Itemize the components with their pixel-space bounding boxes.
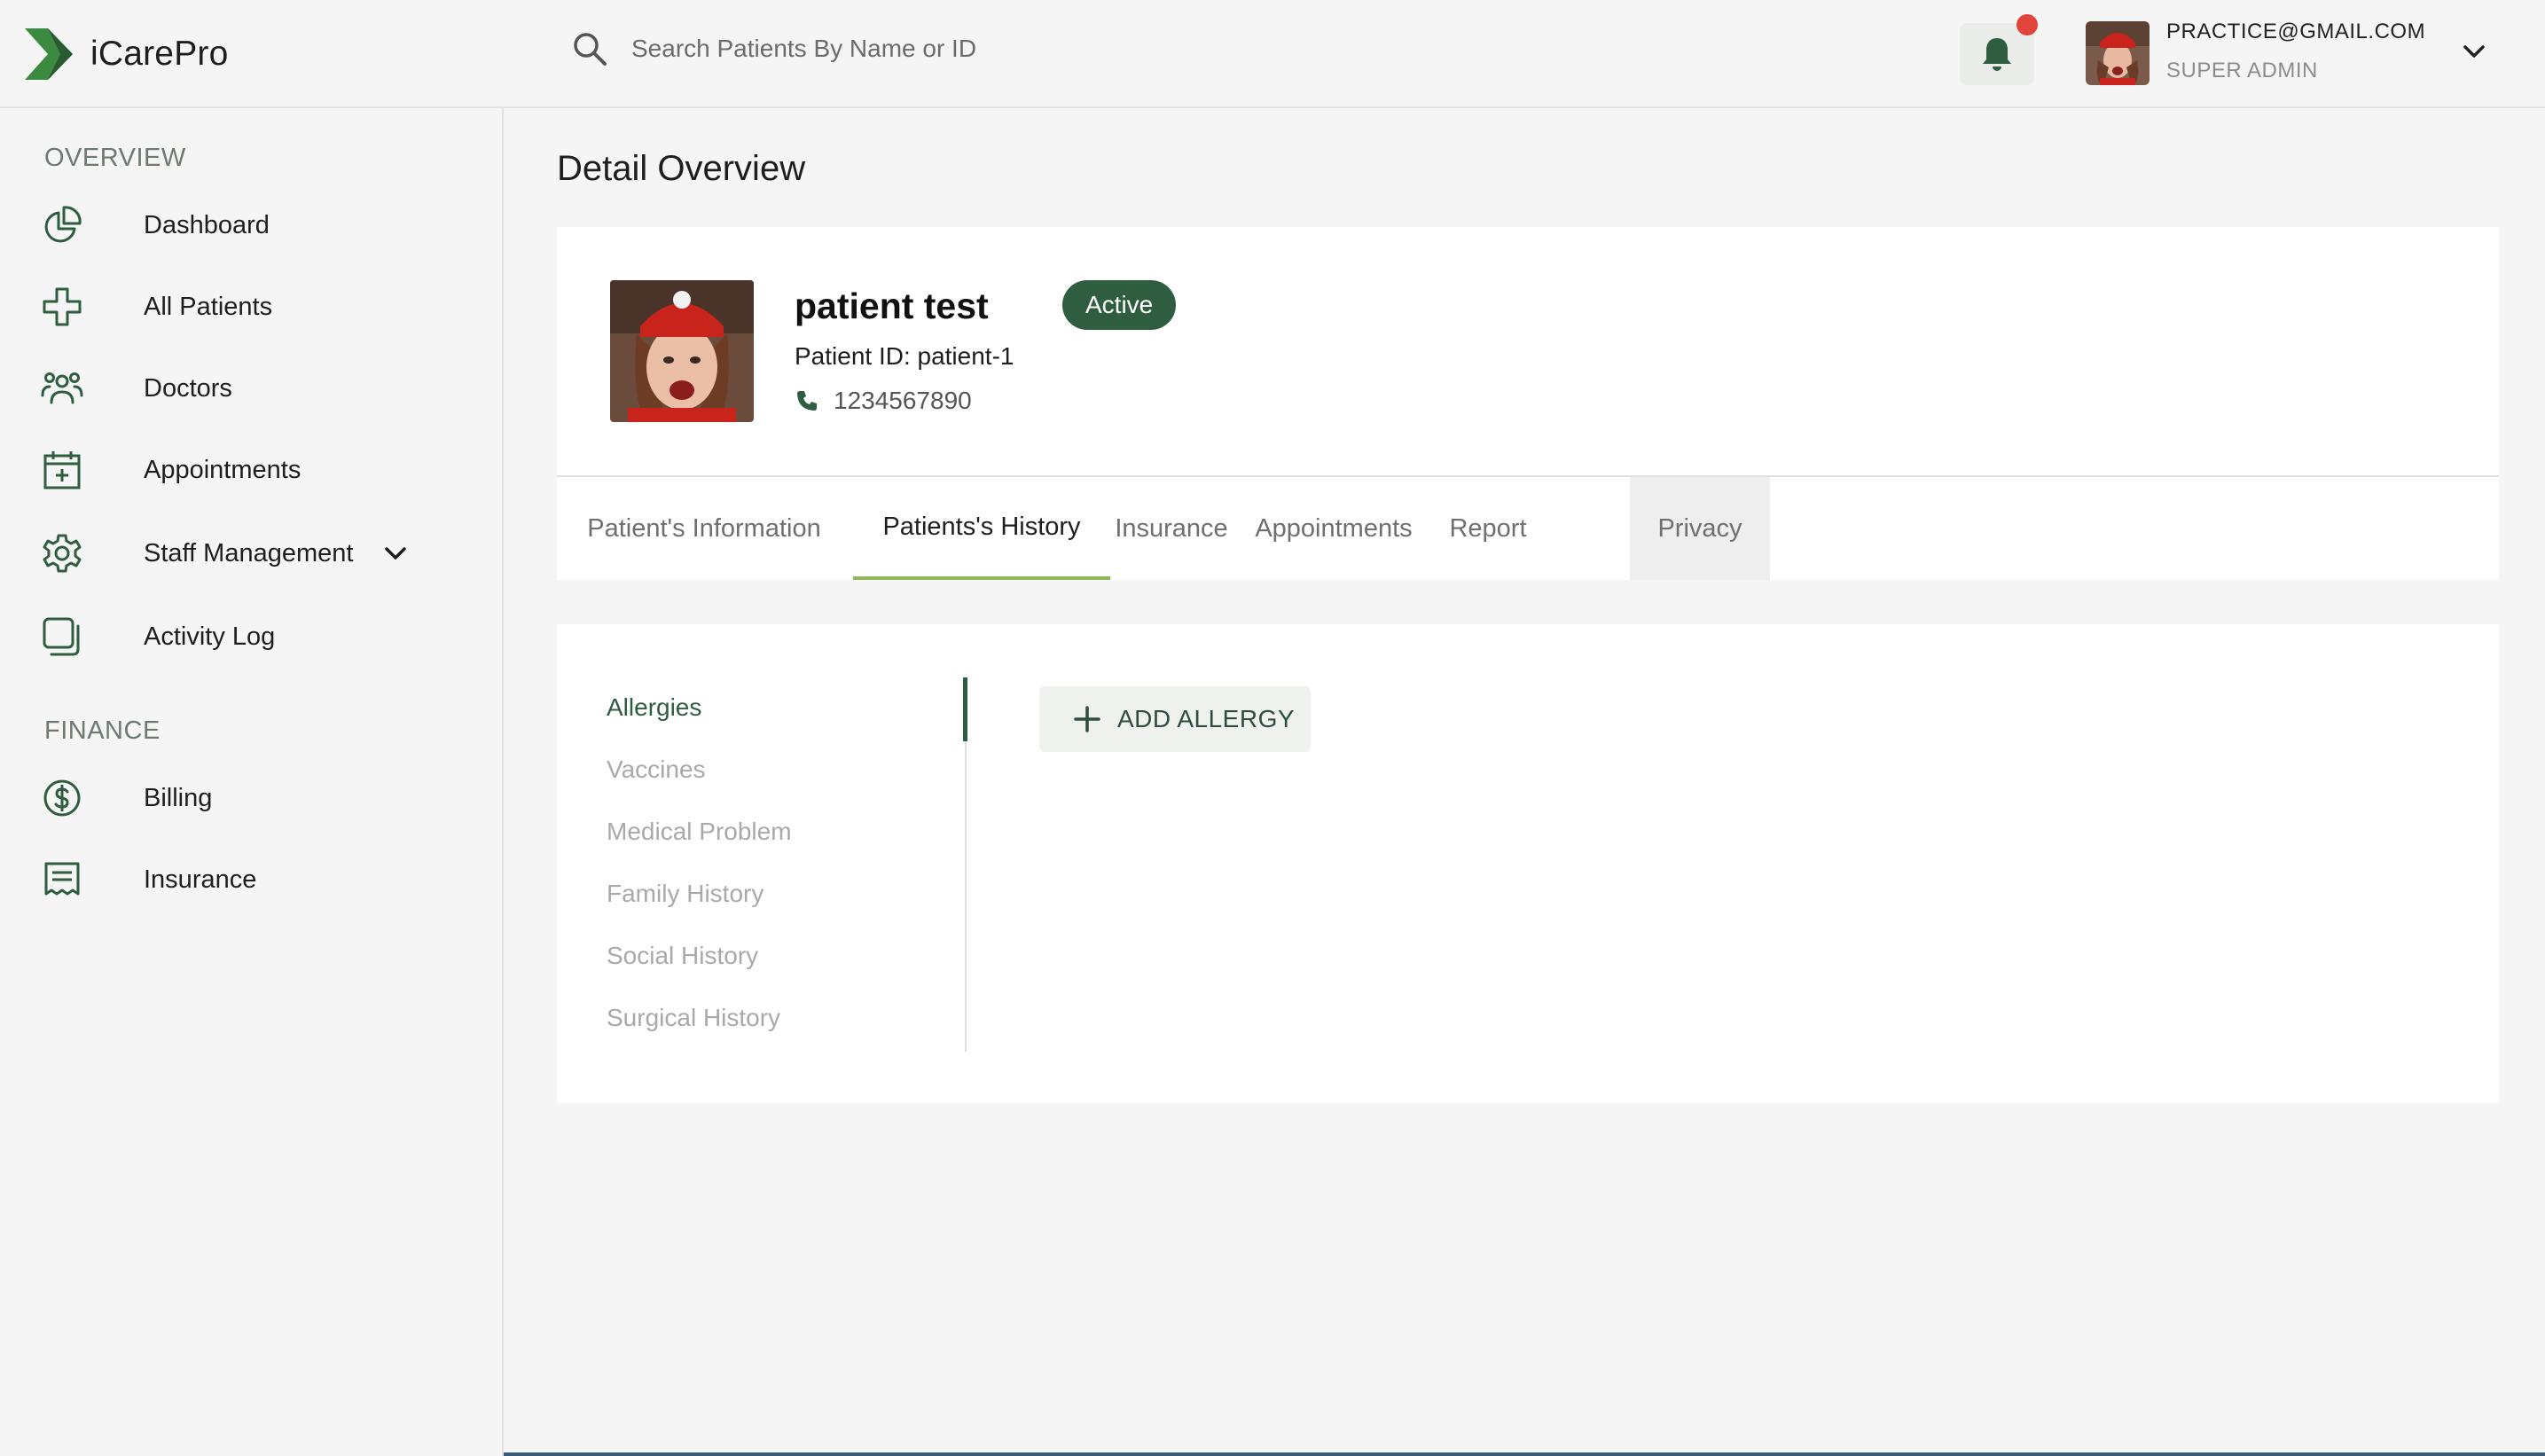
users-icon (41, 372, 83, 404)
medical-cross-icon (43, 287, 82, 326)
chevron-down-icon[interactable] (381, 539, 410, 568)
sidebar-item-billing[interactable]: Billing (0, 763, 502, 834)
app-name: iCarePro (90, 35, 229, 73)
avatar-image (2086, 21, 2150, 85)
patient-id: Patient ID: patient-1 (795, 342, 1014, 370)
sidebar-item-label: Doctors (144, 373, 232, 403)
gear-icon (43, 534, 82, 573)
patient-phone: 1234567890 (795, 387, 972, 415)
sidebar-item-label: All Patients (144, 292, 273, 321)
history-active-indicator (963, 677, 967, 741)
tab-privacy[interactable]: Privacy (1630, 477, 1770, 580)
patient-phone-number: 1234567890 (834, 387, 972, 414)
sidebar-item-label: Insurance (144, 865, 257, 894)
patient-name: patient test (795, 286, 989, 326)
sidebar-item-staff-management[interactable]: Staff Management (0, 518, 502, 589)
status-badge: Active (1062, 280, 1177, 330)
patient-photo (610, 280, 754, 422)
bell-icon (1983, 38, 2011, 71)
sidebar-item-insurance[interactable]: Insurance (0, 844, 502, 915)
stacked-squares-icon (43, 617, 80, 656)
sidebar-item-dashboard[interactable]: Dashboard (0, 190, 502, 261)
history-item-surgical-history[interactable]: Surgical History (607, 1004, 780, 1032)
patient-photo-image (610, 280, 754, 422)
sidebar-section-overview: OVERVIEW (44, 144, 186, 172)
sidebar-item-label: Staff Management (144, 538, 354, 568)
receipt-icon (44, 862, 80, 896)
pie-chart-icon (44, 206, 82, 243)
page-title: Detail Overview (557, 149, 806, 188)
tab-patients-information[interactable]: Patient's Information (557, 477, 851, 580)
sidebar-item-activity-log[interactable]: Activity Log (0, 601, 502, 672)
calendar-plus-icon (43, 451, 81, 489)
sidebar-section-finance: FINANCE (44, 716, 161, 745)
patient-tabs: Patient's Information Patients's History… (557, 475, 2499, 580)
logo-icon (25, 28, 73, 80)
add-allergy-button[interactable]: ADD ALLERGY (1039, 686, 1311, 752)
sidebar-item-label: Dashboard (144, 210, 270, 239)
phone-icon (797, 391, 817, 411)
history-item-vaccines[interactable]: Vaccines (607, 755, 706, 784)
sidebar-item-all-patients[interactable]: All Patients (0, 271, 502, 342)
sidebar: OVERVIEW Dashboard All Patients Doctors (0, 108, 504, 1456)
top-bar: iCarePro PRACTICE@GMAIL.COM SUPER ADMIN (0, 0, 2545, 108)
plus-icon (1074, 706, 1100, 732)
history-item-social-history[interactable]: Social History (607, 942, 758, 970)
history-item-allergies[interactable]: Allergies (607, 693, 701, 722)
app-logo[interactable]: iCarePro (21, 25, 229, 83)
search-input[interactable] (631, 35, 1252, 63)
patient-profile-card: patient test Active Patient ID: patient-… (557, 227, 2499, 475)
history-item-medical-problem[interactable]: Medical Problem (607, 818, 792, 846)
history-item-family-history[interactable]: Family History (607, 880, 764, 908)
tab-appointments[interactable]: Appointments (1240, 477, 1428, 580)
tab-patients-history[interactable]: Patients's History (853, 477, 1110, 580)
chevron-down-icon[interactable] (2458, 39, 2490, 66)
add-allergy-label: ADD ALLERGY (1117, 705, 1296, 732)
dollar-circle-icon (43, 779, 81, 817)
sidebar-item-label: Billing (144, 783, 213, 812)
sidebar-item-doctors[interactable]: Doctors (0, 353, 502, 424)
sidebar-item-label: Activity Log (144, 622, 276, 651)
user-email: PRACTICE@GMAIL.COM (2166, 20, 2426, 43)
bottom-border (504, 1452, 2545, 1456)
notification-badge (2016, 14, 2038, 35)
tab-report[interactable]: Report (1428, 477, 1548, 580)
search-icon (574, 33, 607, 66)
user-role: SUPER ADMIN (2166, 59, 2318, 82)
user-avatar[interactable] (2086, 21, 2150, 85)
sidebar-item-label: Appointments (144, 455, 301, 484)
search-bar (571, 30, 1252, 67)
tab-insurance[interactable]: Insurance (1110, 477, 1233, 580)
sidebar-item-appointments[interactable]: Appointments (0, 434, 502, 505)
history-panel: Allergies Vaccines Medical Problem Famil… (557, 624, 2499, 1103)
